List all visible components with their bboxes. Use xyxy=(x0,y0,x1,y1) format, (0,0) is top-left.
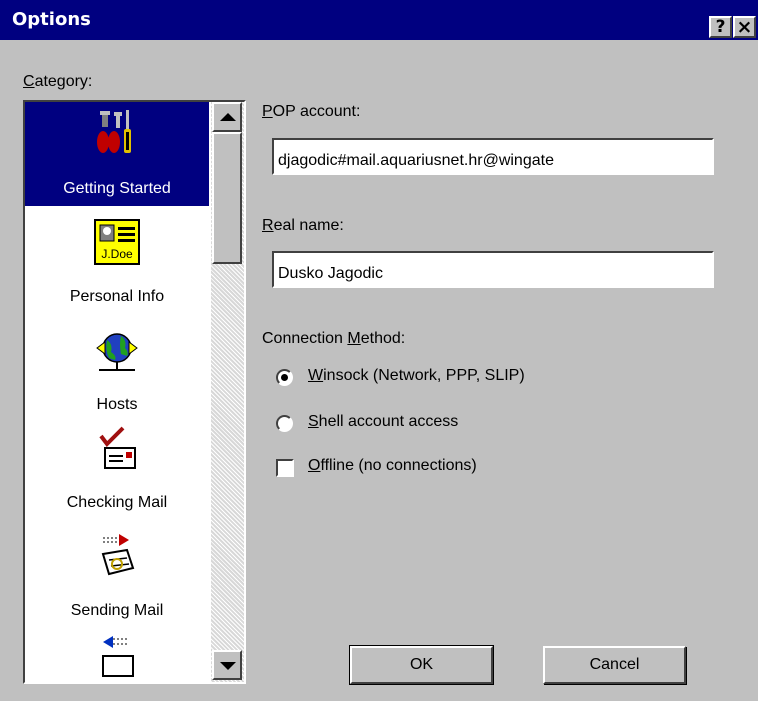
winsock-label: Winsock (Network, PPP, SLIP) xyxy=(308,367,525,384)
arrow-up-icon xyxy=(220,113,236,121)
category-listbox[interactable]: Getting Started J.Doe Personal Info Host… xyxy=(23,100,246,684)
category-item-sending-mail[interactable]: Sending Mail xyxy=(25,518,209,622)
network-globe-icon xyxy=(96,333,138,371)
connection-method-label: Connection Method: xyxy=(262,330,406,347)
ok-button[interactable]: OK xyxy=(349,645,494,685)
check-mail-icon xyxy=(99,426,136,469)
category-item-personal-info[interactable]: J.Doe Personal Info xyxy=(25,206,209,310)
help-button[interactable]: ? xyxy=(709,16,732,38)
category-label: Category: xyxy=(23,73,93,90)
shell-radio[interactable] xyxy=(276,415,293,432)
category-scrollbar[interactable] xyxy=(211,102,244,682)
scroll-up-button[interactable] xyxy=(212,102,242,132)
category-item-label: Checking Mail xyxy=(66,494,168,511)
pop-account-label: POP account: xyxy=(262,103,361,120)
category-item-hosts[interactable]: Hosts xyxy=(25,310,209,414)
category-item-label: Sending Mail xyxy=(70,602,164,619)
category-item-label: Getting Started xyxy=(63,180,171,197)
arrow-down-icon xyxy=(220,662,236,670)
offline-checkbox[interactable] xyxy=(276,459,294,477)
category-item-label: Personal Info xyxy=(69,288,165,305)
id-card-text: J.Doe xyxy=(101,247,133,261)
real-name-input[interactable] xyxy=(272,251,714,288)
category-item-checking-mail[interactable]: Checking Mail xyxy=(25,414,209,518)
scroll-down-button[interactable] xyxy=(212,650,242,680)
category-item-label: Hosts xyxy=(96,396,138,413)
offline-label: Offline (no connections) xyxy=(308,457,477,474)
receive-mail-icon xyxy=(102,636,134,677)
real-name-label: Real name: xyxy=(262,217,344,234)
winsock-radio[interactable] xyxy=(276,369,293,386)
pop-account-input[interactable] xyxy=(272,138,714,175)
close-button[interactable]: × xyxy=(733,16,756,38)
category-item-getting-started[interactable]: Getting Started xyxy=(25,102,209,206)
title-bar: Options ? × xyxy=(0,0,758,40)
id-card-icon: J.Doe xyxy=(94,219,140,265)
tools-icon xyxy=(97,110,131,153)
scroll-thumb[interactable] xyxy=(212,132,242,264)
shell-label: Shell account access xyxy=(308,413,459,430)
cancel-button[interactable]: Cancel xyxy=(543,646,686,684)
window-title: Options xyxy=(12,9,91,30)
send-mail-icon xyxy=(101,534,135,576)
category-item-next[interactable] xyxy=(25,622,209,682)
